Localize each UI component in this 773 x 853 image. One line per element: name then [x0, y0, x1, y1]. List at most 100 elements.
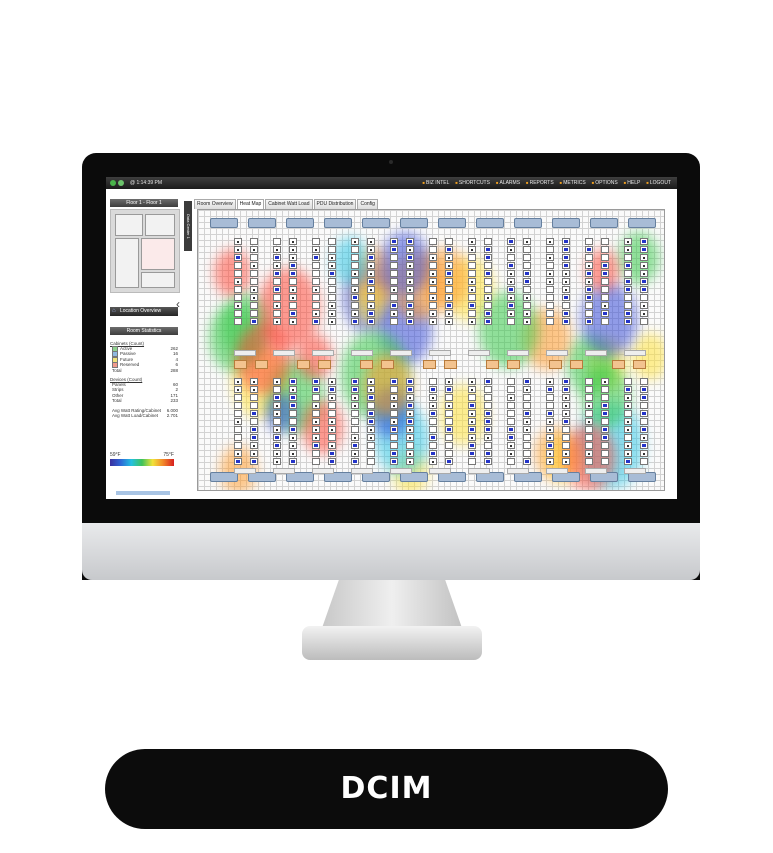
cabinet[interactable] [429, 410, 437, 417]
cabinet[interactable] [624, 410, 632, 417]
cabinet[interactable] [468, 410, 476, 417]
cabinet[interactable] [367, 442, 375, 449]
cabinet[interactable] [484, 378, 492, 385]
cabinet[interactable] [312, 402, 320, 409]
cabinet[interactable] [250, 394, 258, 401]
cabinet[interactable] [624, 278, 632, 285]
cabinet[interactable] [289, 262, 297, 269]
nav-alarms[interactable]: ALARMS [496, 180, 520, 186]
cabinet[interactable] [429, 378, 437, 385]
cabinet[interactable] [250, 262, 258, 269]
cabinet[interactable] [390, 394, 398, 401]
cabinet[interactable] [601, 394, 609, 401]
cabinet[interactable] [601, 246, 609, 253]
cabinet[interactable] [484, 410, 492, 417]
cabinet[interactable] [585, 270, 593, 277]
cabinet[interactable] [429, 450, 437, 457]
cabinet[interactable] [523, 318, 531, 325]
cabinet[interactable] [351, 318, 359, 325]
cabinet[interactable] [484, 318, 492, 325]
cabinet[interactable] [250, 434, 258, 441]
cabinet[interactable] [390, 458, 398, 465]
cabinet[interactable] [484, 246, 492, 253]
cabinet[interactable] [273, 410, 281, 417]
cabinet[interactable] [328, 450, 336, 457]
cabinet[interactable] [585, 310, 593, 317]
cabinet[interactable] [234, 238, 242, 245]
cabinet[interactable] [390, 238, 398, 245]
cabinet[interactable] [328, 426, 336, 433]
cabinet[interactable] [406, 310, 414, 317]
cabinet[interactable] [624, 426, 632, 433]
nav-reports[interactable]: REPORTS [526, 180, 554, 186]
cabinet[interactable] [351, 310, 359, 317]
cabinet[interactable] [390, 278, 398, 285]
cabinet[interactable] [640, 394, 648, 401]
cabinet[interactable] [312, 418, 320, 425]
cabinet[interactable] [523, 278, 531, 285]
cabinet[interactable] [234, 386, 242, 393]
cabinet[interactable] [429, 386, 437, 393]
cabinet[interactable] [484, 386, 492, 393]
cabinet[interactable] [250, 410, 258, 417]
cabinet[interactable] [312, 450, 320, 457]
cabinet[interactable] [429, 442, 437, 449]
cabinet[interactable] [406, 418, 414, 425]
cabinet[interactable] [640, 254, 648, 261]
floor-thumbnail[interactable] [110, 209, 180, 293]
cabinet[interactable] [406, 458, 414, 465]
cabinet[interactable] [523, 442, 531, 449]
cabinet[interactable] [367, 434, 375, 441]
cabinet[interactable] [624, 254, 632, 261]
cabinet[interactable] [445, 270, 453, 277]
cabinet[interactable] [328, 238, 336, 245]
cabinet[interactable] [640, 442, 648, 449]
cabinet[interactable] [429, 270, 437, 277]
cabinet[interactable] [250, 254, 258, 261]
cabinet[interactable] [484, 442, 492, 449]
cabinet[interactable] [585, 378, 593, 385]
cabinet[interactable] [546, 318, 554, 325]
cabinet[interactable] [546, 310, 554, 317]
cabinet[interactable] [546, 410, 554, 417]
cabinet[interactable] [289, 434, 297, 441]
cabinet[interactable] [468, 426, 476, 433]
cabinet[interactable] [328, 246, 336, 253]
cabinet[interactable] [624, 262, 632, 269]
cabinet[interactable] [523, 418, 531, 425]
cabinet[interactable] [273, 458, 281, 465]
cabinet[interactable] [367, 458, 375, 465]
cabinet[interactable] [484, 418, 492, 425]
cabinet[interactable] [429, 294, 437, 301]
cabinet[interactable] [624, 310, 632, 317]
cabinet[interactable] [484, 238, 492, 245]
cabinet[interactable] [468, 262, 476, 269]
cabinet[interactable] [523, 246, 531, 253]
cabinet[interactable] [523, 310, 531, 317]
cabinet[interactable] [640, 294, 648, 301]
cabinet[interactable] [273, 434, 281, 441]
cabinet[interactable] [562, 294, 570, 301]
cabinet[interactable] [406, 246, 414, 253]
cabinet[interactable] [585, 386, 593, 393]
cabinet[interactable] [546, 378, 554, 385]
cabinet[interactable] [367, 402, 375, 409]
cabinet[interactable] [351, 378, 359, 385]
cabinet[interactable] [562, 278, 570, 285]
cabinet[interactable] [328, 418, 336, 425]
cabinet[interactable] [507, 394, 515, 401]
cabinet[interactable] [312, 310, 320, 317]
cabinet[interactable] [507, 410, 515, 417]
cabinet[interactable] [445, 262, 453, 269]
cabinet[interactable] [601, 410, 609, 417]
cabinet[interactable] [367, 302, 375, 309]
cabinet[interactable] [429, 310, 437, 317]
cabinet[interactable] [601, 294, 609, 301]
cabinet[interactable] [351, 294, 359, 301]
cabinet[interactable] [624, 450, 632, 457]
cabinet[interactable] [601, 310, 609, 317]
cabinet[interactable] [601, 254, 609, 261]
cabinet[interactable] [351, 386, 359, 393]
cabinet[interactable] [562, 270, 570, 277]
cabinet[interactable] [250, 286, 258, 293]
